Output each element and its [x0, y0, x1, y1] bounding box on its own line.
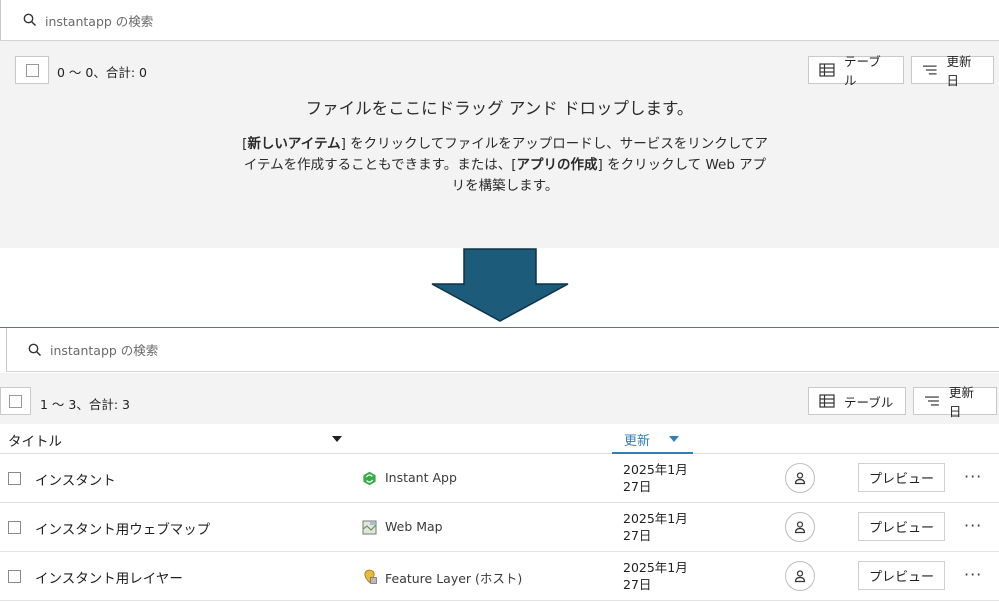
- owner-button[interactable]: [785, 512, 815, 542]
- down-arrow-icon: [431, 248, 569, 322]
- title-sort-caret-icon[interactable]: [332, 436, 342, 442]
- top-content-area: 0 〜 0、合計: 0 テーブル 更新日 ファイルをここにドラッグ アンド ドロ…: [0, 41, 999, 248]
- search-input[interactable]: instantapp の検索: [50, 340, 158, 359]
- user-icon: [794, 472, 806, 485]
- item-type: Web Map: [385, 519, 443, 534]
- web-map-icon: [362, 520, 377, 535]
- user-icon: [794, 570, 806, 583]
- table-header: タイトル 更新: [0, 424, 999, 454]
- search-input[interactable]: instantapp の検索: [45, 11, 153, 30]
- row-checkbox[interactable]: [8, 521, 21, 534]
- drop-zone-description: [新しいアイテム] をクリックしてファイルをアップロードし、サービスをリンクして…: [242, 136, 768, 194]
- table-view-label: テーブル: [843, 54, 881, 88]
- sort-label: 更新日: [948, 385, 974, 419]
- item-type: Instant App: [385, 470, 457, 485]
- new-item-link: 新しいアイテム: [247, 136, 341, 152]
- sort-button[interactable]: 更新日: [911, 54, 994, 88]
- owner-button[interactable]: [785, 463, 815, 493]
- updated-sort-caret-icon[interactable]: [669, 436, 679, 442]
- item-title[interactable]: インスタント用ウェブマップ: [35, 518, 210, 538]
- search-icon: [28, 343, 42, 356]
- sort-label: 更新日: [946, 54, 972, 88]
- feature-layer-icon: [364, 569, 377, 584]
- table-icon: [819, 63, 835, 77]
- item-date: 2025年1月 27日: [623, 560, 688, 592]
- more-options-icon[interactable]: ···: [964, 565, 982, 584]
- table-row[interactable]: インスタント用ウェブマップ Web Map 2025年1月 27日 プレビュー ·…: [0, 503, 999, 552]
- item-type: Feature Layer (ホスト): [385, 571, 523, 586]
- item-date: 2025年1月 27日: [623, 511, 688, 543]
- row-checkbox[interactable]: [8, 570, 21, 583]
- more-options-icon[interactable]: ···: [964, 467, 982, 486]
- row-checkbox[interactable]: [8, 472, 21, 485]
- column-title-header[interactable]: タイトル: [8, 430, 62, 450]
- create-app-link: アプリの作成: [516, 157, 598, 173]
- top-search-bar[interactable]: instantapp の検索: [0, 0, 999, 41]
- item-title[interactable]: インスタント: [35, 469, 116, 489]
- search-icon: [23, 13, 37, 27]
- sort-button[interactable]: 更新日: [913, 385, 997, 419]
- column-updated-header[interactable]: 更新: [612, 424, 693, 454]
- table-view-button[interactable]: テーブル: [808, 54, 904, 88]
- item-date: 2025年1月 27日: [623, 462, 688, 494]
- table-row[interactable]: インスタント Instant App 2025年1月 27日 プレビュー ···: [0, 454, 999, 503]
- preview-button[interactable]: プレビュー: [858, 463, 945, 492]
- table-view-label: テーブル: [844, 394, 894, 410]
- item-title[interactable]: インスタント用レイヤー: [35, 567, 183, 587]
- owner-button[interactable]: [785, 561, 815, 591]
- result-count: 0 〜 0、合計: 0: [57, 65, 147, 80]
- more-options-icon[interactable]: ···: [964, 516, 982, 535]
- sort-icon: [922, 65, 937, 75]
- preview-button[interactable]: プレビュー: [858, 561, 945, 590]
- drop-zone-title: ファイルをここにドラッグ アンド ドロップします。: [305, 99, 694, 118]
- preview-button[interactable]: プレビュー: [858, 512, 945, 541]
- table-row[interactable]: インスタント用レイヤー Feature Layer (ホスト) 2025年1月 2…: [0, 552, 999, 601]
- table-icon: [819, 394, 835, 408]
- table-view-button[interactable]: テーブル: [808, 387, 906, 415]
- bottom-toolbar: 1 〜 3、合計: 3 テーブル 更新日: [0, 373, 999, 425]
- user-icon: [794, 521, 806, 534]
- instant-app-icon: [363, 471, 376, 486]
- select-all-checkbox[interactable]: [15, 56, 49, 84]
- sort-icon: [924, 396, 939, 406]
- bottom-search-bar[interactable]: instantapp の検索: [6, 328, 999, 372]
- select-all-checkbox[interactable]: [0, 387, 31, 415]
- result-count: 1 〜 3、合計: 3: [40, 397, 130, 412]
